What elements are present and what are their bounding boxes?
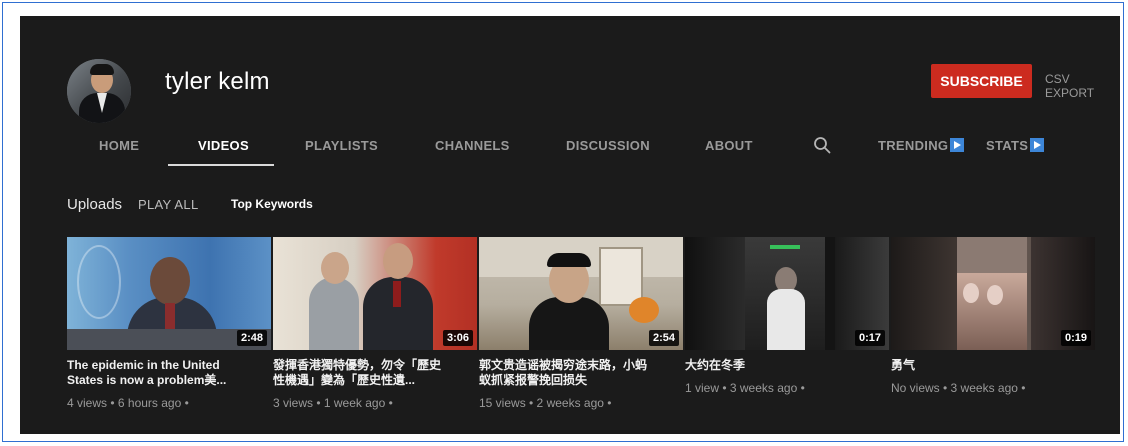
video-duration: 2:54	[648, 330, 679, 346]
video-title[interactable]: 發揮香港獨特優勢，勿令「歷史性機遇」變為「歷史性遺...	[273, 358, 449, 388]
youtube-channel-page: tyler kelm SUBSCRIBE CSV EXPORT HOME VID…	[20, 16, 1120, 434]
tab-playlists[interactable]: PLAYLISTS	[305, 138, 378, 153]
video-title[interactable]: The epidemic in the United States is now…	[67, 358, 243, 388]
video-thumbnail[interactable]: 2:54	[479, 237, 683, 350]
play-icon	[950, 138, 965, 152]
video-title[interactable]: 郭文贵造谣被揭穷途末路，小蚂蚁抓紧报警挽回损失	[479, 358, 655, 388]
video-thumbnail[interactable]: 0:19	[891, 237, 1095, 350]
tab-stats-label: STATS	[986, 138, 1029, 153]
video-title[interactable]: 大约在冬季	[685, 358, 861, 373]
video-duration: 2:48	[236, 330, 267, 346]
video-meta: 4 views • 6 hours ago •	[67, 396, 189, 410]
tab-videos[interactable]: VIDEOS	[198, 138, 249, 153]
tab-stats[interactable]: STATS	[986, 138, 1045, 153]
video-meta: No views • 3 weeks ago •	[891, 381, 1026, 395]
channel-avatar[interactable]	[67, 59, 131, 123]
video-card[interactable]: 0:19 勇气 No views • 3 weeks ago •	[891, 237, 1095, 395]
video-duration: 3:06	[442, 330, 473, 346]
tab-discussion[interactable]: DISCUSSION	[566, 138, 650, 153]
tab-home[interactable]: HOME	[99, 138, 139, 153]
video-card[interactable]: 3:06 發揮香港獨特優勢，勿令「歷史性機遇」變為「歷史性遺... 3 view…	[273, 237, 477, 410]
video-meta: 15 views • 2 weeks ago •	[479, 396, 612, 410]
video-meta: 3 views • 1 week ago •	[273, 396, 393, 410]
search-icon[interactable]	[813, 136, 831, 154]
video-card[interactable]: 2:48 The epidemic in the United States i…	[67, 237, 271, 410]
video-thumbnail[interactable]: 0:17	[685, 237, 889, 350]
video-card[interactable]: 2:54 郭文贵造谣被揭穷途末路，小蚂蚁抓紧报警挽回损失 15 views • …	[479, 237, 683, 410]
play-all-button[interactable]: PLAY ALL	[138, 197, 198, 212]
video-duration: 0:17	[854, 330, 885, 346]
top-keywords-button[interactable]: Top Keywords	[231, 197, 313, 211]
video-thumbnail[interactable]: 2:48	[67, 237, 271, 350]
tab-trending-label: TRENDING	[878, 138, 949, 153]
tab-trending[interactable]: TRENDING	[878, 138, 965, 153]
play-icon	[1030, 138, 1045, 152]
video-title[interactable]: 勇气	[891, 358, 1067, 373]
active-tab-indicator	[168, 164, 274, 166]
subscribe-button[interactable]: SUBSCRIBE	[931, 64, 1032, 98]
channel-name: tyler kelm	[165, 68, 270, 95]
csv-export-button[interactable]: CSV EXPORT	[1045, 72, 1120, 100]
tab-about[interactable]: ABOUT	[705, 138, 753, 153]
uploads-heading: Uploads	[67, 196, 123, 213]
video-meta: 1 view • 3 weeks ago •	[685, 381, 805, 395]
video-card[interactable]: 0:17 大约在冬季 1 view • 3 weeks ago •	[685, 237, 889, 395]
tab-channels[interactable]: CHANNELS	[435, 138, 510, 153]
video-thumbnail[interactable]: 3:06	[273, 237, 477, 350]
video-duration: 0:19	[1060, 330, 1091, 346]
